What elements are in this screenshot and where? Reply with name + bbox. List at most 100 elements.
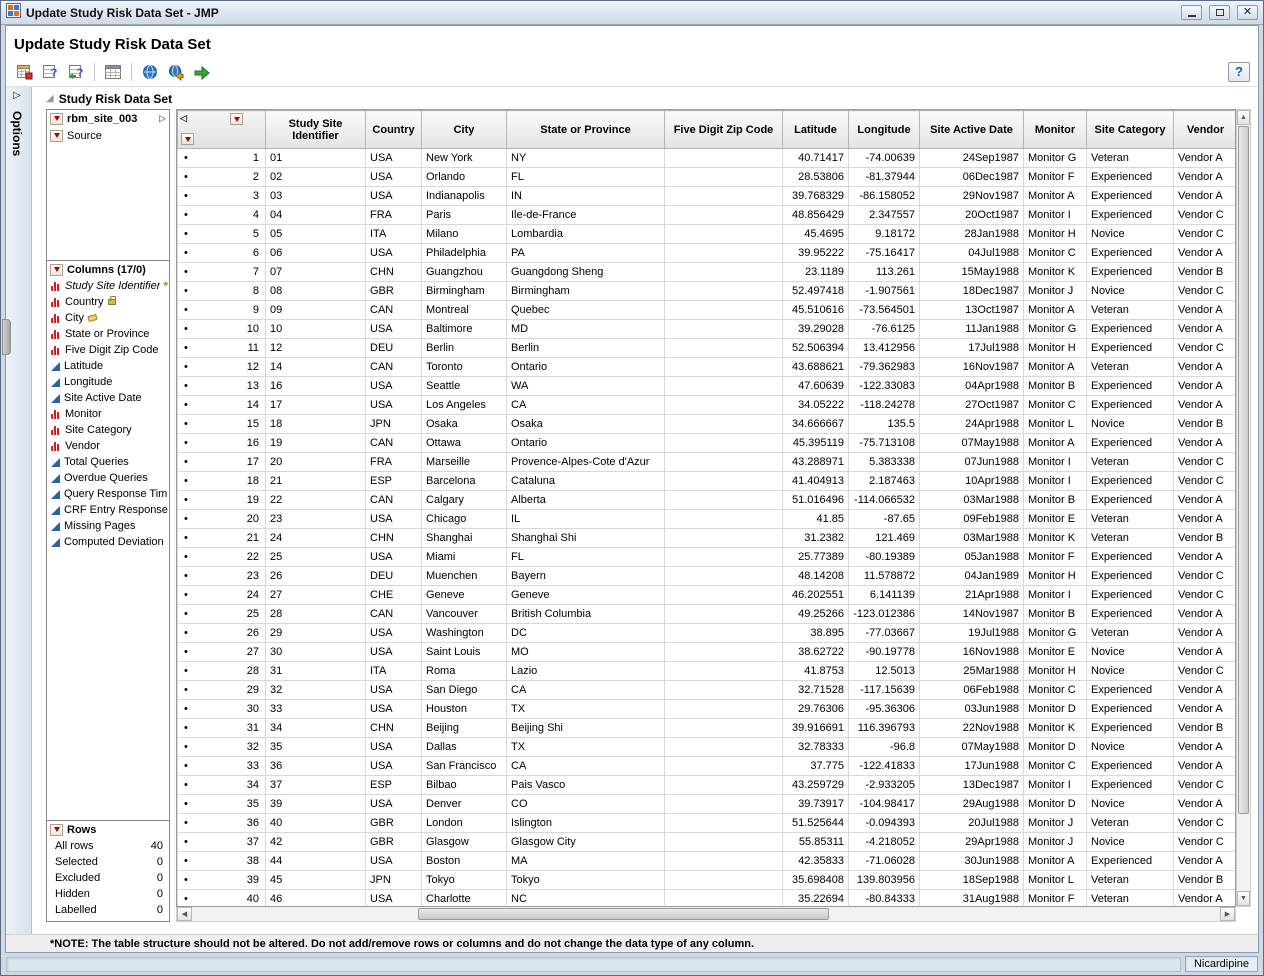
data-cell[interactable]: IL [507, 510, 665, 529]
table-row[interactable]: •3539USADenverCO39.73917-104.9841729Aug1… [178, 795, 1237, 814]
data-cell[interactable]: 39.73917 [783, 795, 849, 814]
column-header[interactable]: Study Site Identifier [266, 111, 366, 149]
data-cell[interactable]: 49.25266 [783, 605, 849, 624]
data-cell[interactable]: 45 [266, 871, 366, 890]
data-cell[interactable]: 139.803956 [849, 871, 920, 890]
data-cell[interactable]: ITA [366, 225, 422, 244]
data-cell[interactable]: Monitor E [1024, 510, 1087, 529]
data-cell[interactable]: 18 [266, 415, 366, 434]
data-cell[interactable]: Novice [1087, 225, 1174, 244]
data-cell[interactable]: TX [507, 700, 665, 719]
data-cell[interactable]: Monitor L [1024, 871, 1087, 890]
data-cell[interactable]: Experienced [1087, 681, 1174, 700]
data-cell[interactable]: Veteran [1087, 510, 1174, 529]
data-cell[interactable]: New York [422, 149, 507, 168]
data-cell[interactable]: Experienced [1087, 567, 1174, 586]
data-cell[interactable]: Experienced [1087, 548, 1174, 567]
data-cell[interactable]: Monitor B [1024, 491, 1087, 510]
data-cell[interactable]: 04Jan1989 [920, 567, 1024, 586]
data-cell[interactable]: -71.06028 [849, 852, 920, 871]
data-cell[interactable]: Experienced [1087, 377, 1174, 396]
data-cell[interactable]: Veteran [1087, 890, 1174, 908]
data-cell[interactable] [665, 662, 783, 681]
data-cell[interactable]: 18Dec1987 [920, 282, 1024, 301]
data-cell[interactable]: 41.8753 [783, 662, 849, 681]
data-cell[interactable]: USA [366, 149, 422, 168]
data-cell[interactable]: 07Jun1988 [920, 453, 1024, 472]
data-cell[interactable]: Monitor C [1024, 396, 1087, 415]
data-cell[interactable]: Monitor D [1024, 795, 1087, 814]
data-cell[interactable]: Experienced [1087, 396, 1174, 415]
rows-panel-header[interactable]: Rows [47, 821, 169, 838]
data-cell[interactable]: Vendor C [1174, 453, 1237, 472]
data-cell[interactable]: Vendor C [1174, 472, 1237, 491]
data-cell[interactable]: 38.62722 [783, 643, 849, 662]
table-row[interactable]: •3134CHNBeijingBeijing Shi39.916691116.3… [178, 719, 1237, 738]
row-number-cell[interactable]: •25 [178, 605, 266, 624]
data-cell[interactable]: Monitor F [1024, 168, 1087, 187]
data-cell[interactable]: Milano [422, 225, 507, 244]
data-cell[interactable]: Experienced [1087, 719, 1174, 738]
data-cell[interactable]: Vendor B [1174, 415, 1237, 434]
data-cell[interactable]: 14Nov1987 [920, 605, 1024, 624]
table-row[interactable]: •1112DEUBerlinBerlin52.50639413.41295617… [178, 339, 1237, 358]
data-cell[interactable] [665, 795, 783, 814]
column-list-item[interactable]: Overdue Queries [47, 470, 169, 486]
data-cell[interactable]: 52.497418 [783, 282, 849, 301]
data-cell[interactable] [665, 168, 783, 187]
data-cell[interactable]: Vendor A [1174, 187, 1237, 206]
data-cell[interactable]: Vendor A [1174, 643, 1237, 662]
row-number-cell[interactable]: •36 [178, 814, 266, 833]
data-cell[interactable]: Veteran [1087, 529, 1174, 548]
data-cell[interactable]: 21Apr1988 [920, 586, 1024, 605]
data-cell[interactable]: 30Jun1988 [920, 852, 1024, 871]
data-cell[interactable]: Monitor G [1024, 320, 1087, 339]
data-cell[interactable]: USA [366, 548, 422, 567]
data-cell[interactable] [665, 225, 783, 244]
column-list-item[interactable]: Query Response Tim [47, 486, 169, 502]
data-cell[interactable]: USA [366, 700, 422, 719]
data-cell[interactable]: 39.95222 [783, 244, 849, 263]
scroll-right-icon[interactable]: ▶ [1220, 907, 1235, 921]
row-number-cell[interactable]: •14 [178, 396, 266, 415]
row-number-cell[interactable]: •19 [178, 491, 266, 510]
data-cell[interactable]: -80.84333 [849, 890, 920, 908]
data-cell[interactable]: 04Jul1988 [920, 244, 1024, 263]
column-list-item[interactable]: CRF Entry Response [47, 502, 169, 518]
data-cell[interactable]: FRA [366, 453, 422, 472]
data-cell[interactable]: Monitor I [1024, 586, 1087, 605]
data-cell[interactable]: 20 [266, 453, 366, 472]
data-cell[interactable]: Vendor A [1174, 624, 1237, 643]
row-number-cell[interactable]: •9 [178, 301, 266, 320]
data-cell[interactable]: Experienced [1087, 263, 1174, 282]
data-cell[interactable] [665, 548, 783, 567]
data-cell[interactable]: 13Dec1987 [920, 776, 1024, 795]
data-cell[interactable]: -4.218052 [849, 833, 920, 852]
data-cell[interactable]: Tokyo [507, 871, 665, 890]
data-cell[interactable]: 113.261 [849, 263, 920, 282]
data-cell[interactable]: 25Mar1988 [920, 662, 1024, 681]
data-cell[interactable]: JPN [366, 415, 422, 434]
data-cell[interactable]: 27 [266, 586, 366, 605]
data-cell[interactable]: Monitor A [1024, 187, 1087, 206]
data-cell[interactable]: -114.066532 [849, 491, 920, 510]
data-cell[interactable]: 02 [266, 168, 366, 187]
table-row[interactable]: •2124CHNShanghaiShanghai Shi31.2382121.4… [178, 529, 1237, 548]
data-cell[interactable]: Veteran [1087, 149, 1174, 168]
data-cell[interactable]: 39.29028 [783, 320, 849, 339]
data-cell[interactable]: Monitor G [1024, 149, 1087, 168]
data-cell[interactable]: Philadelphia [422, 244, 507, 263]
data-cell[interactable]: USA [366, 852, 422, 871]
table-row[interactable]: •303USAIndianapolisIN39.768329-86.158052… [178, 187, 1237, 206]
data-cell[interactable]: Experienced [1087, 852, 1174, 871]
table-question-arrow-icon[interactable]: ? [64, 60, 88, 84]
data-cell[interactable]: Vendor A [1174, 396, 1237, 415]
data-cell[interactable]: Monitor H [1024, 567, 1087, 586]
data-cell[interactable]: 35.22694 [783, 890, 849, 908]
data-cell[interactable]: -0.094393 [849, 814, 920, 833]
data-cell[interactable]: -86.158052 [849, 187, 920, 206]
data-cell[interactable] [665, 510, 783, 529]
row-number-cell[interactable]: •22 [178, 548, 266, 567]
data-cell[interactable]: Novice [1087, 662, 1174, 681]
minimize-button[interactable] [1181, 5, 1202, 20]
